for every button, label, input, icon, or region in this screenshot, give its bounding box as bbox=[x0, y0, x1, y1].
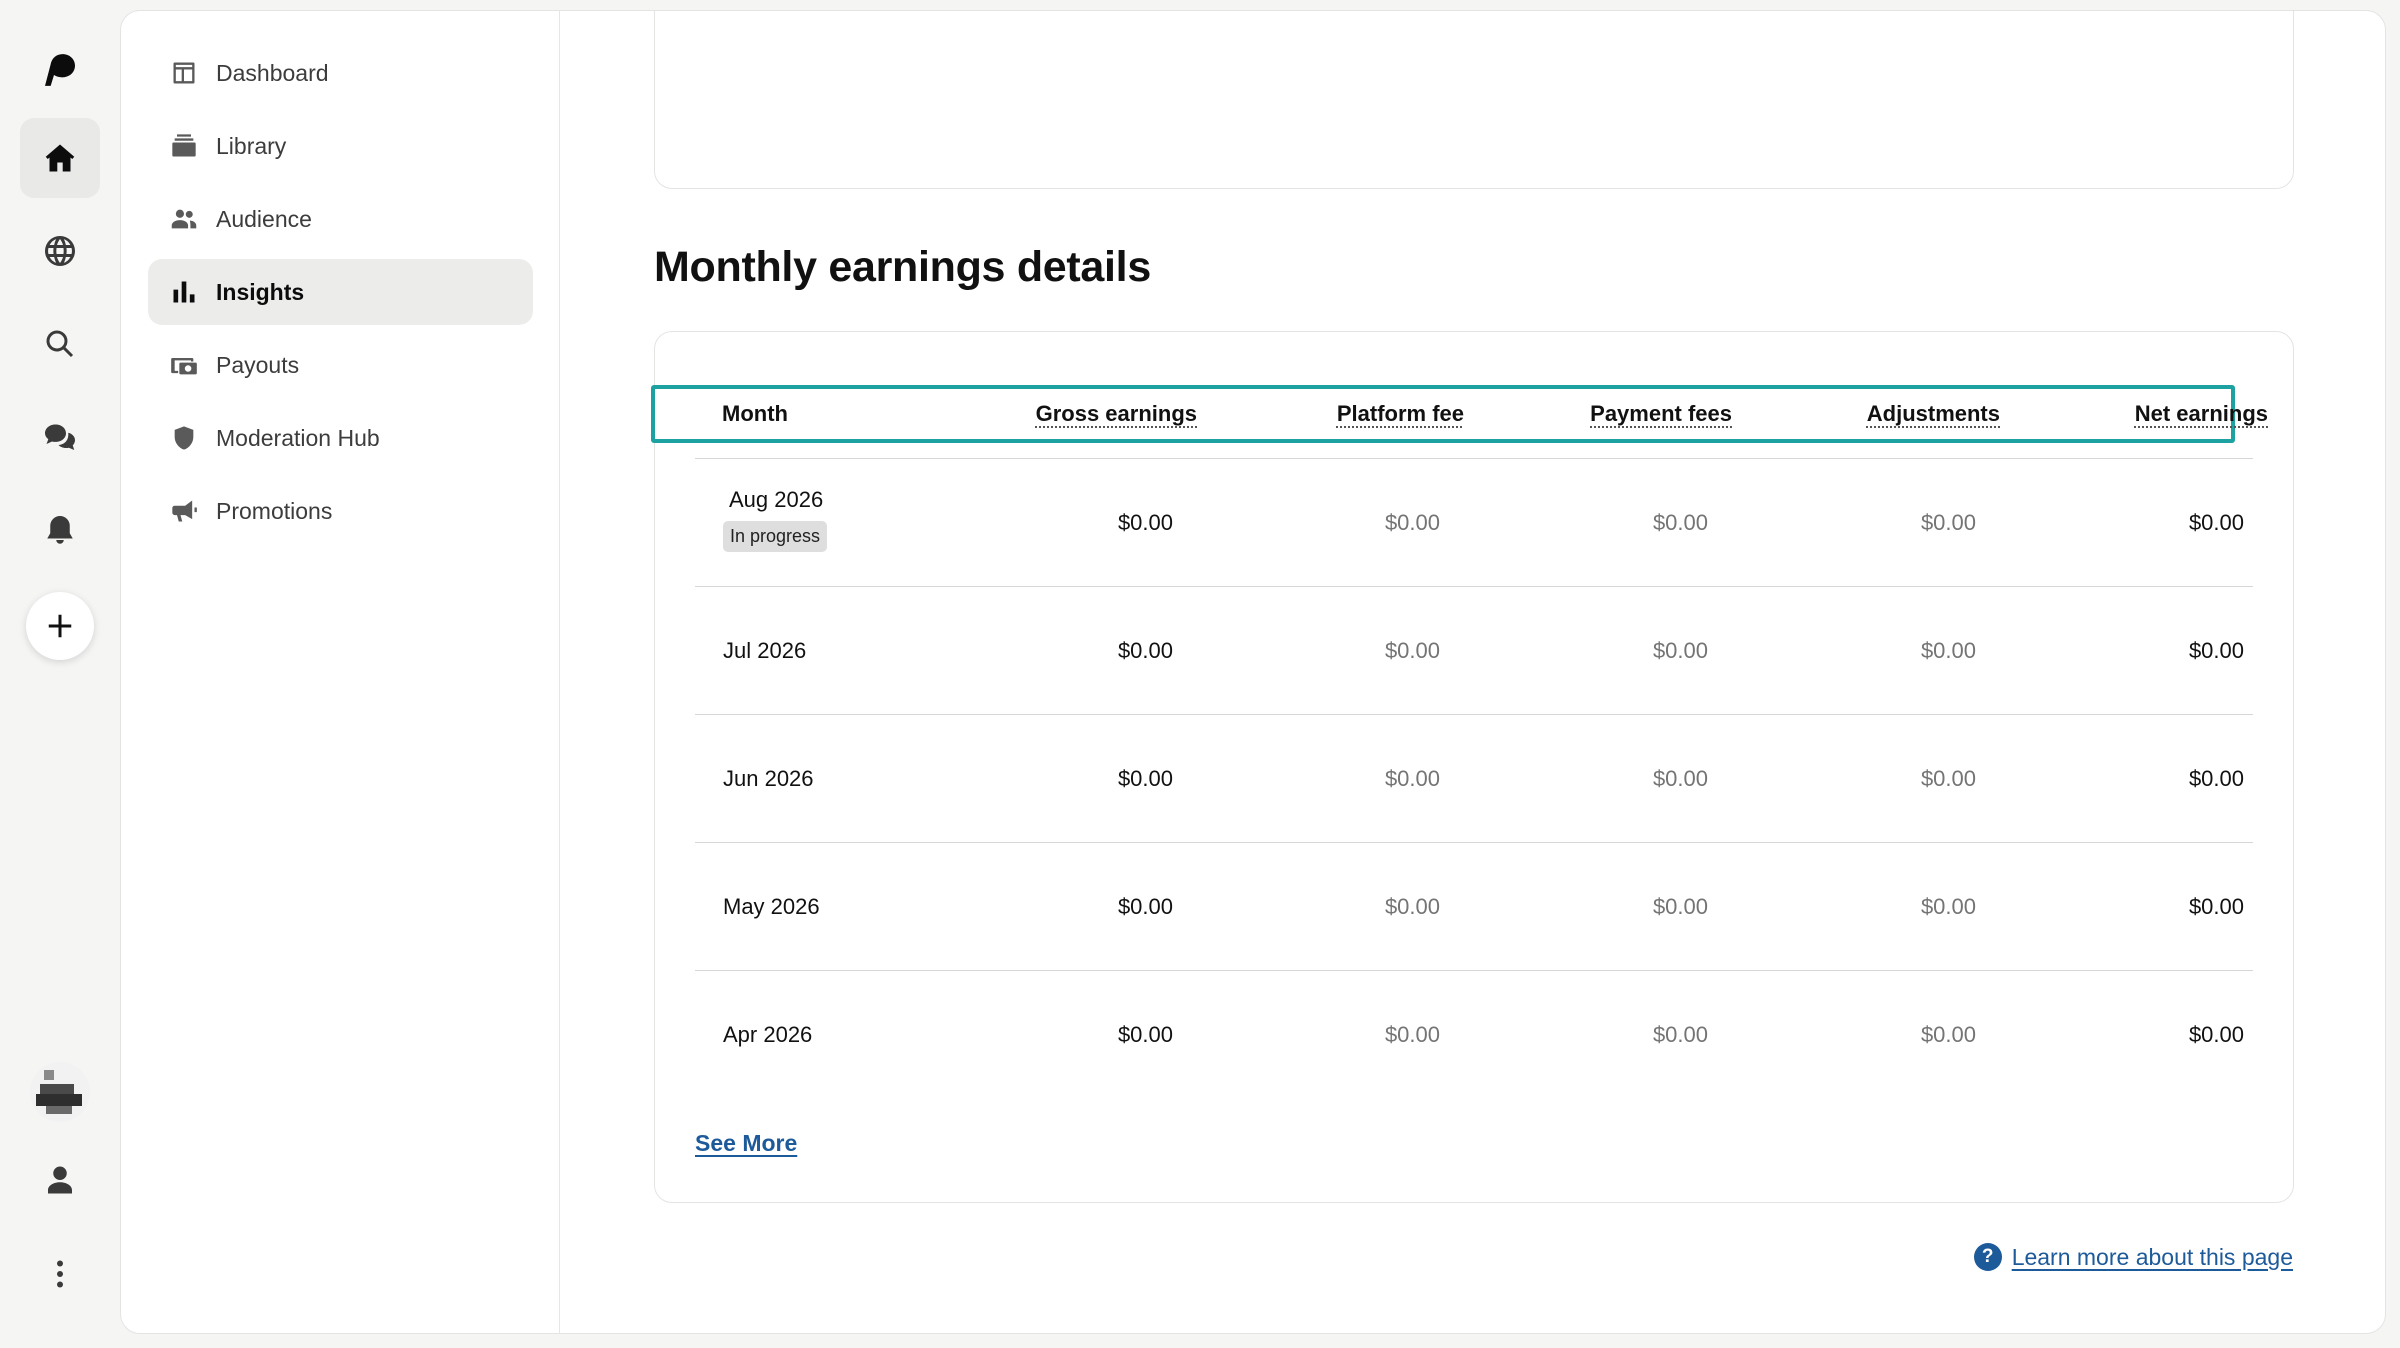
help-icon: ? bbox=[1973, 1243, 2002, 1271]
platform-fee-value: $0.00 bbox=[1384, 893, 1440, 919]
table-row: Apr 2026 $0.00 $0.00 $0.00 $0.00 $0.00 bbox=[695, 970, 2253, 1098]
megaphone-icon bbox=[172, 500, 197, 522]
sidebar-item-dashboard[interactable]: Dashboard bbox=[148, 40, 533, 106]
search-icon[interactable] bbox=[20, 304, 100, 384]
month-label: Jul 2026 bbox=[723, 637, 807, 663]
shield-icon bbox=[174, 426, 194, 450]
payouts-icon bbox=[171, 358, 197, 375]
sidebar-item-label: Insights bbox=[216, 278, 305, 305]
month-label: Apr 2026 bbox=[723, 1021, 813, 1047]
dashboard-icon bbox=[173, 62, 195, 84]
table-header-row: Month Gross earnings Platform fee Paymen… bbox=[651, 385, 2268, 443]
insights-icon bbox=[173, 281, 195, 303]
payment-fees-value: $0.00 bbox=[1652, 893, 1708, 919]
earnings-table: Month Gross earnings Platform fee Paymen… bbox=[651, 331, 2294, 1203]
adjustments-value: $0.00 bbox=[1920, 509, 1976, 535]
chat-icon[interactable] bbox=[20, 398, 100, 478]
sidebar-item-insights[interactable]: Insights bbox=[148, 259, 533, 325]
gross-earnings-value: $0.00 bbox=[1117, 1021, 1173, 1047]
month-label: May 2026 bbox=[723, 893, 820, 919]
plus-icon[interactable] bbox=[26, 592, 94, 660]
column-header-net-earnings[interactable]: Net earnings bbox=[2135, 401, 2268, 427]
payment-fees-value: $0.00 bbox=[1652, 509, 1708, 535]
user-icon[interactable] bbox=[20, 1140, 100, 1220]
column-header-adjustments[interactable]: Adjustments bbox=[1867, 401, 2000, 427]
gross-earnings-value: $0.00 bbox=[1117, 765, 1173, 791]
net-earnings-value: $0.00 bbox=[2188, 1021, 2244, 1047]
sidebar-item-label: Audience bbox=[216, 205, 312, 232]
net-earnings-value: $0.00 bbox=[2188, 509, 2244, 535]
sidebar-item-label: Moderation Hub bbox=[216, 424, 380, 451]
net-earnings-value: $0.00 bbox=[2188, 765, 2244, 791]
sidebar-item-promotions[interactable]: Promotions bbox=[148, 478, 533, 544]
table-row: May 2026 $0.00 $0.00 $0.00 $0.00 $0.00 bbox=[695, 842, 2253, 970]
platform-fee-value: $0.00 bbox=[1384, 637, 1440, 663]
sidebar-item-moderation-hub[interactable]: Moderation Hub bbox=[148, 405, 533, 471]
globe-icon[interactable] bbox=[20, 211, 100, 291]
month-cell: Aug 2026 In progress bbox=[723, 487, 828, 552]
payment-fees-value: $0.00 bbox=[1652, 765, 1708, 791]
net-earnings-value: $0.00 bbox=[2188, 637, 2244, 663]
column-header-gross-earnings[interactable]: Gross earnings bbox=[1036, 401, 1197, 427]
more-vertical-icon[interactable] bbox=[20, 1234, 100, 1314]
sidebar-item-label: Library bbox=[216, 132, 287, 159]
audience-icon bbox=[171, 209, 197, 229]
logo-icon[interactable] bbox=[20, 30, 100, 110]
sidebar-item-payouts[interactable]: Payouts bbox=[148, 332, 533, 398]
gross-earnings-value: $0.00 bbox=[1117, 509, 1173, 535]
previous-section-card bbox=[654, 11, 2294, 189]
sidebar-item-library[interactable]: Library bbox=[148, 113, 533, 179]
sidebar-item-label: Dashboard bbox=[216, 59, 329, 86]
payment-fees-value: $0.00 bbox=[1652, 637, 1708, 663]
column-header-platform-fee[interactable]: Platform fee bbox=[1337, 401, 1464, 427]
learn-more-link[interactable]: ? Learn more about this page bbox=[1973, 1243, 2293, 1271]
platform-fee-value: $0.00 bbox=[1384, 509, 1440, 535]
learn-more-label: Learn more about this page bbox=[2011, 1243, 2293, 1270]
adjustments-value: $0.00 bbox=[1920, 1021, 1976, 1047]
gross-earnings-value: $0.00 bbox=[1117, 637, 1173, 663]
adjustments-value: $0.00 bbox=[1920, 893, 1976, 919]
net-earnings-value: $0.00 bbox=[2188, 893, 2244, 919]
payment-fees-value: $0.00 bbox=[1652, 1021, 1708, 1047]
column-header-month: Month bbox=[722, 401, 788, 426]
adjustments-value: $0.00 bbox=[1920, 765, 1976, 791]
page-title: Monthly earnings details bbox=[654, 243, 1151, 291]
sidebar-item-label: Payouts bbox=[216, 351, 300, 378]
content-area: Monthly earnings details Month Gross ear… bbox=[560, 11, 2385, 1333]
status-badge: In progress bbox=[723, 521, 828, 552]
platform-fee-value: $0.00 bbox=[1384, 765, 1440, 791]
avatar[interactable] bbox=[30, 1062, 90, 1122]
table-row: Jul 2026 $0.00 $0.00 $0.00 $0.00 $0.00 bbox=[695, 586, 2253, 714]
sidebar: Dashboard Library Audience Insights Payo… bbox=[121, 11, 560, 1333]
library-icon bbox=[172, 134, 196, 157]
sidebar-item-audience[interactable]: Audience bbox=[148, 186, 533, 252]
main-panel: Dashboard Library Audience Insights Payo… bbox=[120, 10, 2386, 1334]
month-label: Jun 2026 bbox=[723, 765, 814, 791]
month-label: Aug 2026 bbox=[729, 487, 824, 512]
adjustments-value: $0.00 bbox=[1920, 637, 1976, 663]
platform-fee-value: $0.00 bbox=[1384, 1021, 1440, 1047]
bell-icon[interactable] bbox=[20, 491, 100, 571]
gross-earnings-value: $0.00 bbox=[1117, 893, 1173, 919]
table-row: Aug 2026 In progress $0.00 $0.00 $0.00 $… bbox=[695, 458, 2253, 586]
see-more-link[interactable]: See More bbox=[695, 1130, 797, 1157]
table-row: Jun 2026 $0.00 $0.00 $0.00 $0.00 $0.00 bbox=[695, 714, 2253, 842]
sidebar-item-label: Promotions bbox=[216, 497, 333, 524]
app-rail bbox=[0, 0, 120, 1348]
home-icon[interactable] bbox=[20, 118, 100, 198]
column-header-payment-fees[interactable]: Payment fees bbox=[1590, 401, 1732, 427]
